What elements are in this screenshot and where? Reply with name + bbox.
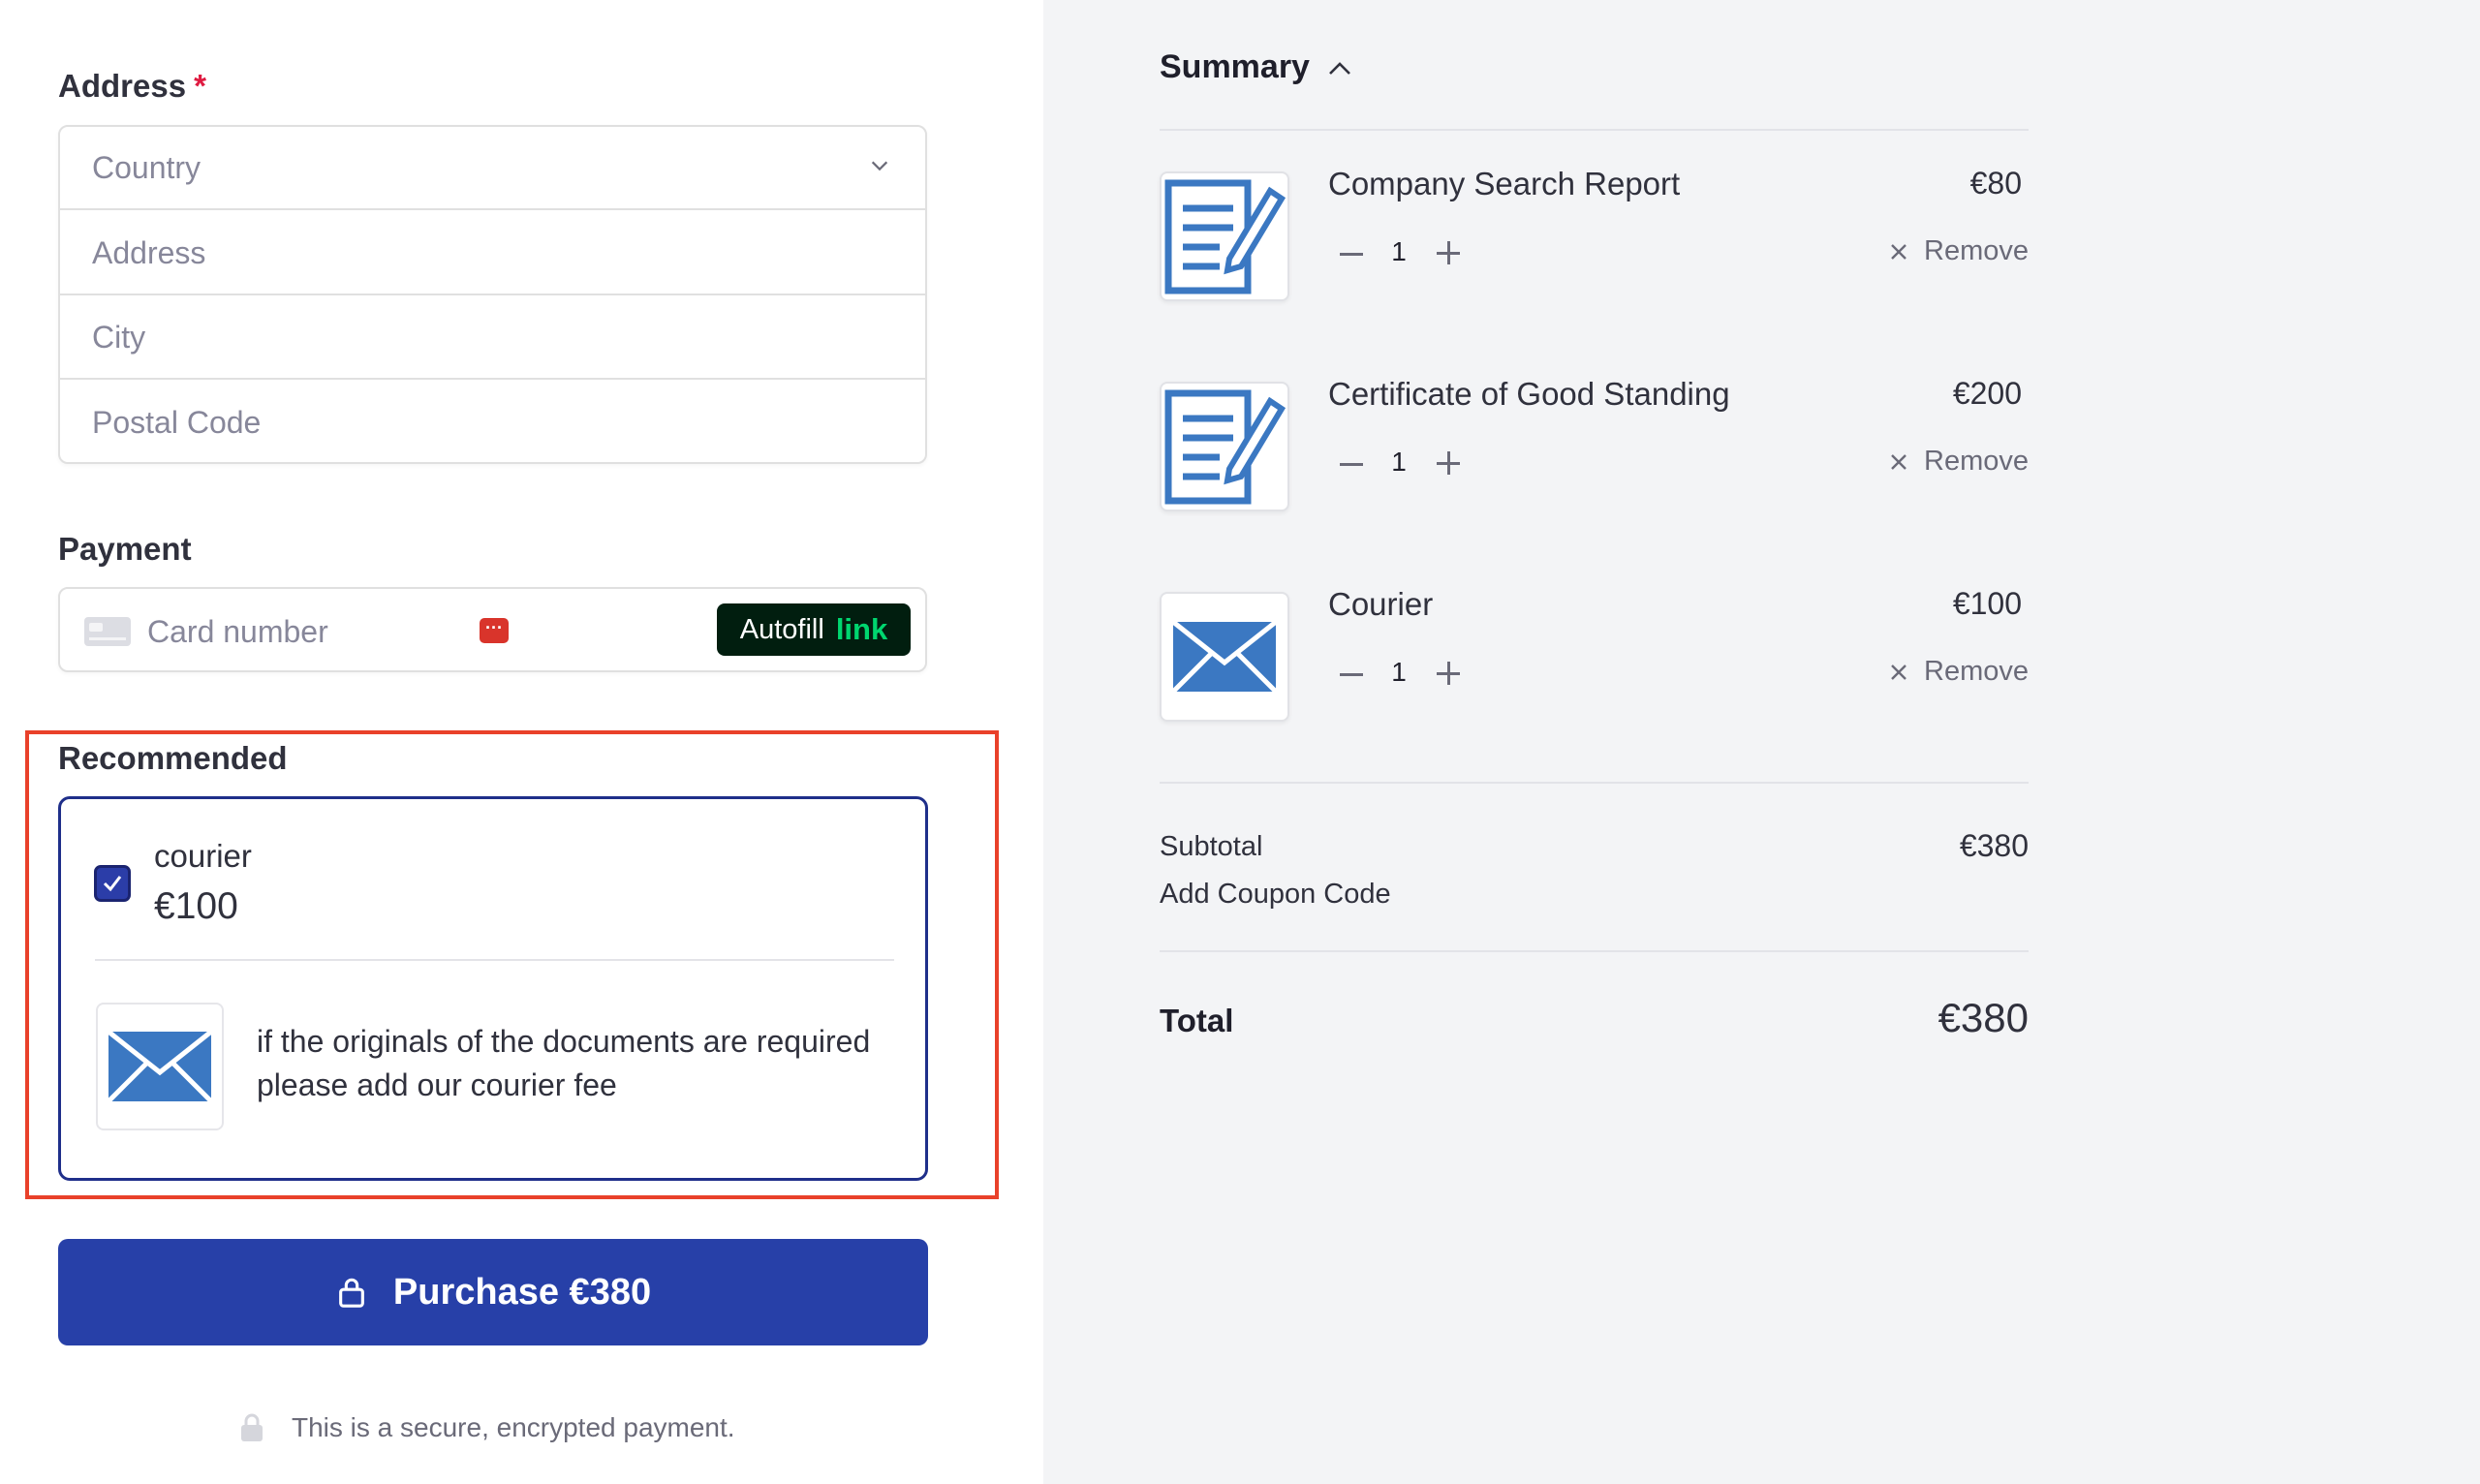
address-placeholder: Address [92,234,206,270]
add-coupon-link[interactable]: Add Coupon Code [1160,879,1391,911]
remove-label: Remove [1924,235,2029,266]
divider [1160,129,2029,131]
summary-item: Company Search Report €80 1 Remove [1160,166,2029,307]
summary-title: Summary [1160,48,1310,85]
autofill-link-button[interactable]: Autofill link [717,603,911,656]
recommended-label: Recommended [58,740,288,776]
country-select[interactable]: Country [60,127,925,210]
subtotal-label: Subtotal [1160,831,1263,862]
item-name: Certificate of Good Standing [1328,376,1730,412]
divider [1160,950,2029,952]
lock-icon [241,1413,263,1441]
decrease-quantity-button[interactable] [1340,253,1363,256]
total-label: Total [1160,1003,1234,1038]
checkout-form: Address * Country Address City Postal Cod… [0,0,1043,1484]
item-quantity: 1 [1391,236,1407,266]
payment-section-label: Payment [58,531,192,567]
required-mark: * [194,68,206,104]
remove-label: Remove [1924,656,2029,687]
item-name: Company Search Report [1328,166,1681,201]
increase-quantity-button[interactable] [1437,662,1460,685]
recommended-item-card[interactable]: courier €100 if the originals of the doc… [58,796,928,1181]
city-placeholder: City [92,319,146,355]
increase-quantity-button[interactable] [1437,241,1460,264]
item-thumbnail [1160,382,1289,511]
postal-code-input[interactable]: Postal Code [60,381,925,464]
lock-icon [339,1278,364,1308]
postal-code-placeholder: Postal Code [92,404,262,440]
city-input[interactable]: City [60,296,925,380]
item-price: €80 [1969,166,2022,201]
summary-toggle[interactable]: Summary [1160,48,1352,86]
card-number-placeholder: Card number [147,614,328,649]
address-input[interactable]: Address [60,212,925,295]
envelope-icon [1171,620,1278,694]
subtotal-value: €380 [1959,828,2029,863]
country-placeholder: Country [92,149,202,185]
autofill-label: Autofill [739,613,824,645]
summary-item: Courier €100 1 Remove [1160,586,2029,727]
item-thumbnail [1160,592,1289,722]
secure-note-text: This is a secure, encrypted payment. [292,1412,735,1442]
total-value: €380 [1938,995,2029,1040]
purchase-button[interactable]: Purchase €380 [58,1239,928,1345]
recommended-item-thumbnail [96,1003,224,1130]
address-label-text: Address [58,68,187,104]
increase-quantity-button[interactable] [1437,451,1460,475]
chevron-down-icon [871,161,888,171]
document-edit-icon [1164,179,1286,294]
item-price: €100 [1952,586,2022,621]
recommended-item-price: €100 [154,885,238,927]
recommended-item-name: courier [154,838,252,874]
order-summary-panel: Summary Company Search Report €80 1 Remo… [1043,0,2480,1484]
item-quantity: 1 [1391,657,1407,687]
address-fields: Country Address City Postal Code [58,125,927,464]
item-name: Courier [1328,586,1434,622]
credit-card-icon [84,617,131,646]
link-logo: link [835,612,888,646]
purchase-button-label: Purchase €380 [392,1271,652,1313]
recommended-checkbox[interactable] [94,865,131,902]
checkmark-icon [103,876,122,892]
divider [1160,782,2029,784]
item-thumbnail [1160,171,1289,301]
card-number-field[interactable]: Card number ··· Autofill link [58,587,927,672]
item-quantity: 1 [1391,447,1407,477]
address-section-label: Address * [58,68,206,105]
close-icon [1891,453,1906,470]
summary-item: Certificate of Good Standing €200 1 Remo… [1160,376,2029,517]
secure-payment-note: This is a secure, encrypted payment. [239,1412,735,1443]
remove-label: Remove [1924,446,2029,477]
remove-item-button[interactable]: Remove [1889,235,2029,267]
close-icon [1891,243,1906,260]
remove-item-button[interactable]: Remove [1889,656,2029,688]
chevron-up-icon [1329,61,1350,75]
divider [95,959,894,961]
decrease-quantity-button[interactable] [1340,673,1363,676]
close-icon [1891,664,1906,680]
decrease-quantity-button[interactable] [1340,463,1363,466]
remove-item-button[interactable]: Remove [1889,446,2029,478]
password-manager-icon[interactable]: ··· [480,618,509,643]
recommended-item-description: if the originals of the documents are re… [257,1024,871,1102]
document-edit-icon [1164,389,1286,505]
envelope-icon [107,1030,213,1103]
item-price: €200 [1952,376,2022,411]
